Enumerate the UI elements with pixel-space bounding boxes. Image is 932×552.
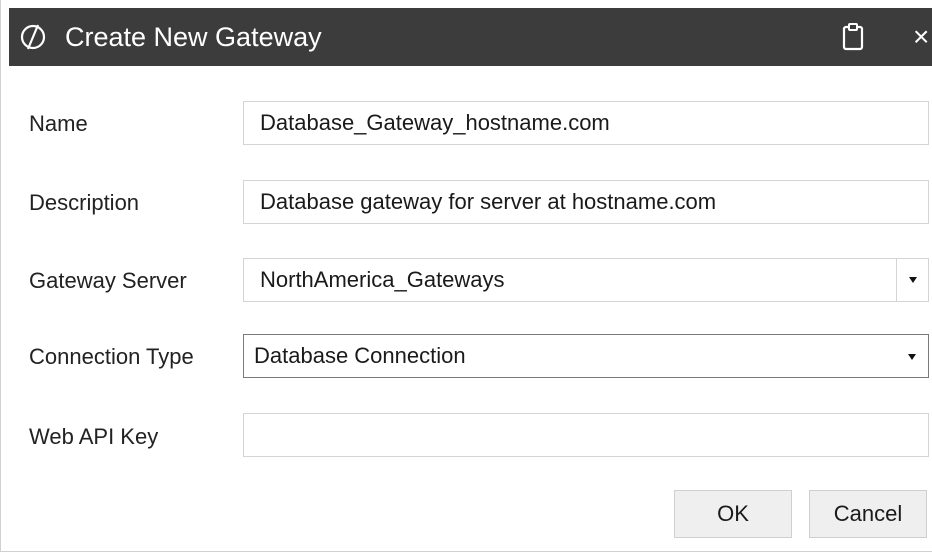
clipboard-icon[interactable] [841,22,865,52]
name-field[interactable]: Database_Gateway_hostname.com [243,101,929,145]
chevron-down-icon [909,277,917,283]
name-value: Database_Gateway_hostname.com [260,110,610,135]
description-value: Database gateway for server at hostname.… [260,189,717,214]
create-gateway-dialog: Create New Gateway × Name Database_Gatew… [0,0,932,552]
web-api-key-field[interactable] [243,413,929,457]
connection-type-label: Connection Type [29,344,194,369]
cancel-button[interactable]: Cancel [809,490,927,538]
gateway-server-value: NorthAmerica_Gateways [260,267,505,292]
description-field[interactable]: Database gateway for server at hostname.… [243,180,929,224]
gateway-server-dropdown-button[interactable] [896,259,928,301]
description-label: Description [29,190,140,215]
gateway-server-select[interactable]: NorthAmerica_Gateways [243,258,929,302]
app-logo-icon [20,24,46,50]
connection-type-select[interactable]: Database Connection [243,334,929,378]
chevron-down-icon [908,354,916,360]
name-label: Name [29,111,88,136]
close-icon[interactable]: × [913,20,932,54]
dialog-title: Create New Gateway [65,22,322,52]
web-api-key-label: Web API Key [29,424,159,449]
dialog-titlebar: Create New Gateway × [9,8,932,66]
gateway-server-label: Gateway Server [29,268,187,293]
ok-button[interactable]: OK [674,490,792,538]
connection-type-value: Database Connection [254,343,466,368]
